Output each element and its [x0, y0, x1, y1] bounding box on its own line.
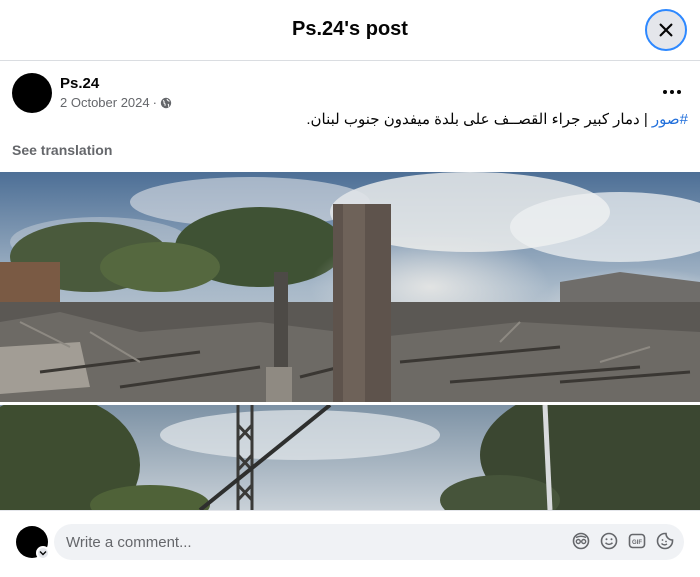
dialog-header: Ps.24's post: [0, 0, 700, 61]
post-meta: 2 October 2024 ·: [60, 95, 172, 110]
post-body: | دمار كبير جراء القصــف على بلدة ميفدون…: [306, 111, 652, 128]
post-photo-1[interactable]: [0, 172, 700, 402]
post-photo-2[interactable]: [0, 405, 700, 510]
composer-icons: GIF: [572, 532, 674, 550]
avatar-sticker-icon[interactable]: [572, 532, 590, 550]
more-icon: [663, 90, 681, 94]
close-icon: [659, 23, 673, 37]
svg-text:GIF: GIF: [632, 540, 642, 546]
author-avatar[interactable]: [12, 73, 52, 113]
close-button[interactable]: [645, 9, 687, 51]
emoji-icon[interactable]: [600, 532, 618, 550]
comment-composer: GIF: [0, 510, 700, 577]
trees-photo: [0, 405, 700, 510]
sticker-icon[interactable]: [656, 532, 674, 550]
chevron-down-icon: [39, 551, 47, 556]
more-options-button[interactable]: [660, 80, 684, 104]
profile-switch-badge[interactable]: [36, 546, 50, 560]
post-text: #صور | دمار كبير جراء القصــف على بلدة م…: [306, 110, 688, 128]
gif-icon[interactable]: GIF: [628, 532, 646, 550]
destruction-photo: [0, 172, 700, 402]
see-translation-link[interactable]: See translation: [12, 142, 112, 158]
author-name[interactable]: Ps.24: [60, 75, 99, 92]
meta-separator: ·: [152, 95, 157, 110]
post-date[interactable]: 2 October 2024: [60, 95, 150, 110]
dialog-title: Ps.24's post: [292, 18, 408, 40]
hashtag-link[interactable]: #صور: [652, 111, 688, 128]
globe-icon[interactable]: [160, 97, 172, 109]
